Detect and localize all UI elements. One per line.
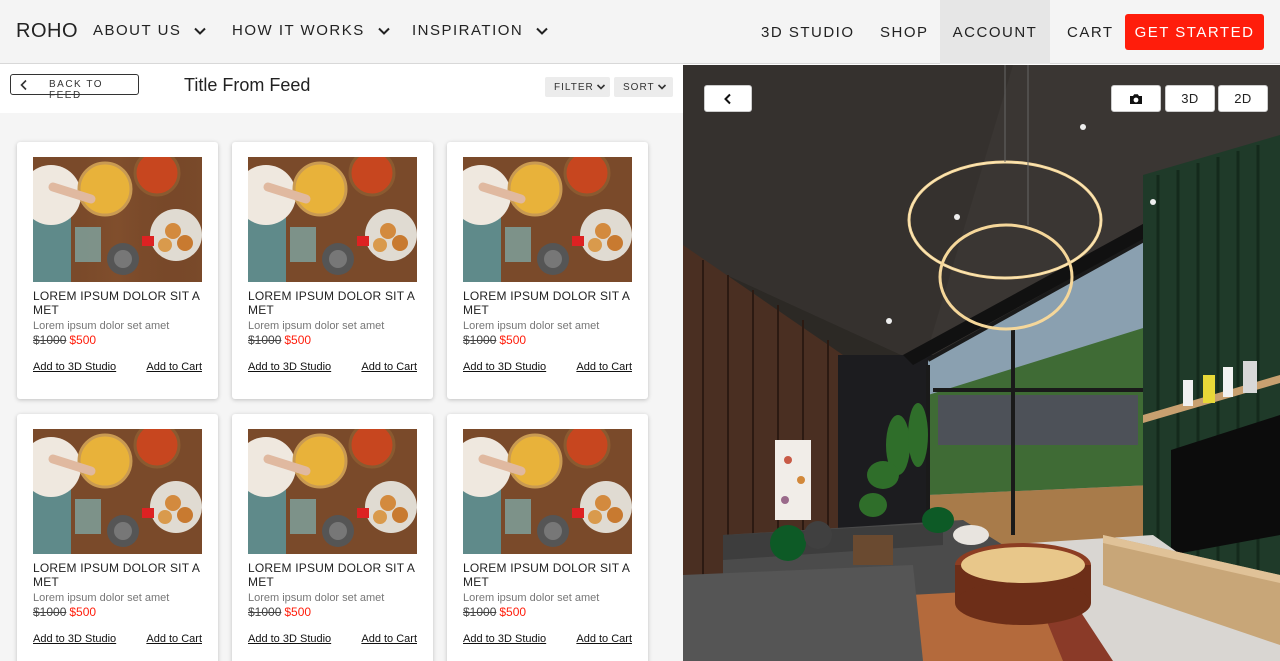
product-image[interactable] (248, 429, 417, 554)
product-title[interactable]: LOREM IPSUM DOLOR SIT A MET (33, 289, 205, 317)
product-image[interactable] (463, 429, 632, 554)
feed-header: BACK TO FEED Title From Feed FILTER SORT (0, 65, 683, 113)
add-to-3d-studio-link[interactable]: Add to 3D Studio (33, 633, 116, 645)
chevron-down-icon (536, 27, 548, 35)
product-card[interactable]: LOREM IPSUM DOLOR SIT A MET Lorem ipsum … (17, 142, 218, 399)
food-photo (463, 157, 632, 282)
page-title: Title From Feed (184, 75, 311, 95)
food-photo (463, 429, 632, 554)
nav-about-us-label: ABOUT US (93, 22, 182, 39)
chevron-down-icon (194, 27, 207, 35)
sale-price: $500 (284, 605, 312, 619)
chevron-down-icon (596, 84, 605, 90)
filter-button[interactable]: FILTER (545, 77, 610, 97)
nav-how-it-works[interactable]: HOW IT WORKS (232, 22, 391, 39)
add-to-cart-link[interactable]: Add to Cart (146, 361, 202, 373)
chevron-down-icon (657, 84, 666, 90)
sale-price: $500 (69, 333, 97, 347)
add-to-cart-link[interactable]: Add to Cart (361, 361, 417, 373)
product-subtitle: Lorem ipsum dolor set amet (463, 320, 600, 332)
product-card[interactable]: LOREM IPSUM DOLOR SIT A MET Lorem ipsum … (447, 414, 648, 661)
add-to-3d-studio-link[interactable]: Add to 3D Studio (33, 361, 116, 373)
product-price: $1000 $500 (463, 605, 526, 619)
product-price: $1000 $500 (248, 605, 311, 619)
product-title[interactable]: LOREM IPSUM DOLOR SIT A MET (463, 289, 635, 317)
filter-label: FILTER (554, 81, 594, 93)
product-price: $1000 $500 (463, 333, 526, 347)
product-subtitle: Lorem ipsum dolor set amet (248, 592, 385, 604)
product-image[interactable] (33, 429, 202, 554)
nav-inspiration[interactable]: INSPIRATION (412, 22, 549, 39)
sale-price: $500 (284, 333, 312, 347)
product-subtitle: Lorem ipsum dolor set amet (248, 320, 385, 332)
sale-price: $500 (499, 605, 527, 619)
product-image[interactable] (463, 157, 632, 282)
product-title[interactable]: LOREM IPSUM DOLOR SIT A MET (248, 561, 420, 589)
viewer-back-button[interactable] (704, 85, 752, 112)
product-feed-panel: BACK TO FEED Title From Feed FILTER SORT (0, 65, 683, 661)
product-subtitle: Lorem ipsum dolor set amet (33, 320, 170, 332)
get-started-button[interactable]: GET STARTED (1125, 14, 1264, 50)
sale-price: $500 (69, 605, 97, 619)
screenshot-button[interactable] (1111, 85, 1161, 112)
product-image[interactable] (33, 157, 202, 282)
product-subtitle: Lorem ipsum dolor set amet (463, 592, 600, 604)
room-viewer[interactable]: 3D 2D (683, 65, 1280, 661)
arrow-left-icon (20, 79, 27, 91)
product-card[interactable]: LOREM IPSUM DOLOR SIT A MET Lorem ipsum … (232, 142, 433, 399)
add-to-3d-studio-link[interactable]: Add to 3D Studio (248, 361, 331, 373)
add-to-3d-studio-link[interactable]: Add to 3D Studio (463, 361, 546, 373)
food-photo (33, 157, 202, 282)
product-card[interactable]: LOREM IPSUM DOLOR SIT A MET Lorem ipsum … (232, 414, 433, 661)
old-price: $1000 (463, 605, 497, 619)
product-card[interactable]: LOREM IPSUM DOLOR SIT A MET Lorem ipsum … (17, 414, 218, 661)
product-price: $1000 $500 (33, 333, 96, 347)
add-to-3d-studio-link[interactable]: Add to 3D Studio (463, 633, 546, 645)
top-nav: ROHO ABOUT US HOW IT WORKS INSPIRATION 3… (0, 0, 1280, 64)
add-to-3d-studio-link[interactable]: Add to 3D Studio (248, 633, 331, 645)
nav-about-us[interactable]: ABOUT US (93, 22, 207, 39)
back-to-feed-button[interactable]: BACK TO FEED (10, 74, 139, 101)
sale-price: $500 (499, 333, 527, 347)
sort-button[interactable]: SORT (614, 77, 673, 97)
old-price: $1000 (463, 333, 497, 347)
food-photo (33, 429, 202, 554)
view-3d-toggle[interactable]: 3D (1165, 85, 1215, 112)
nav-inspiration-label: INSPIRATION (412, 22, 524, 39)
old-price: $1000 (33, 605, 67, 619)
product-title[interactable]: LOREM IPSUM DOLOR SIT A MET (33, 561, 205, 589)
product-price: $1000 $500 (248, 333, 311, 347)
nav-how-it-works-label: HOW IT WORKS (232, 22, 365, 39)
nav-3d-studio[interactable]: 3D STUDIO (761, 0, 855, 64)
food-photo (248, 157, 417, 282)
nav-account[interactable]: ACCOUNT (940, 0, 1050, 64)
add-to-cart-link[interactable]: Add to Cart (576, 633, 632, 645)
room-render (683, 65, 1280, 661)
product-image[interactable] (248, 157, 417, 282)
old-price: $1000 (248, 605, 282, 619)
chevron-left-icon (724, 93, 731, 104)
nav-cart[interactable]: CART (1067, 0, 1114, 64)
view-2d-toggle[interactable]: 2D (1218, 85, 1268, 112)
product-title[interactable]: LOREM IPSUM DOLOR SIT A MET (463, 561, 635, 589)
back-to-feed-label: BACK TO FEED (49, 79, 104, 101)
add-to-cart-link[interactable]: Add to Cart (576, 361, 632, 373)
product-title[interactable]: LOREM IPSUM DOLOR SIT A MET (248, 289, 420, 317)
logo[interactable]: ROHO (16, 20, 78, 43)
add-to-cart-link[interactable]: Add to Cart (146, 633, 202, 645)
product-subtitle: Lorem ipsum dolor set amet (33, 592, 170, 604)
old-price: $1000 (248, 333, 282, 347)
food-photo (248, 429, 417, 554)
camera-icon (1130, 93, 1142, 104)
product-price: $1000 $500 (33, 605, 96, 619)
product-card[interactable]: LOREM IPSUM DOLOR SIT A MET Lorem ipsum … (447, 142, 648, 399)
old-price: $1000 (33, 333, 67, 347)
nav-shop[interactable]: SHOP (880, 0, 929, 64)
add-to-cart-link[interactable]: Add to Cart (361, 633, 417, 645)
chevron-down-icon (378, 27, 390, 35)
sort-label: SORT (623, 81, 655, 93)
